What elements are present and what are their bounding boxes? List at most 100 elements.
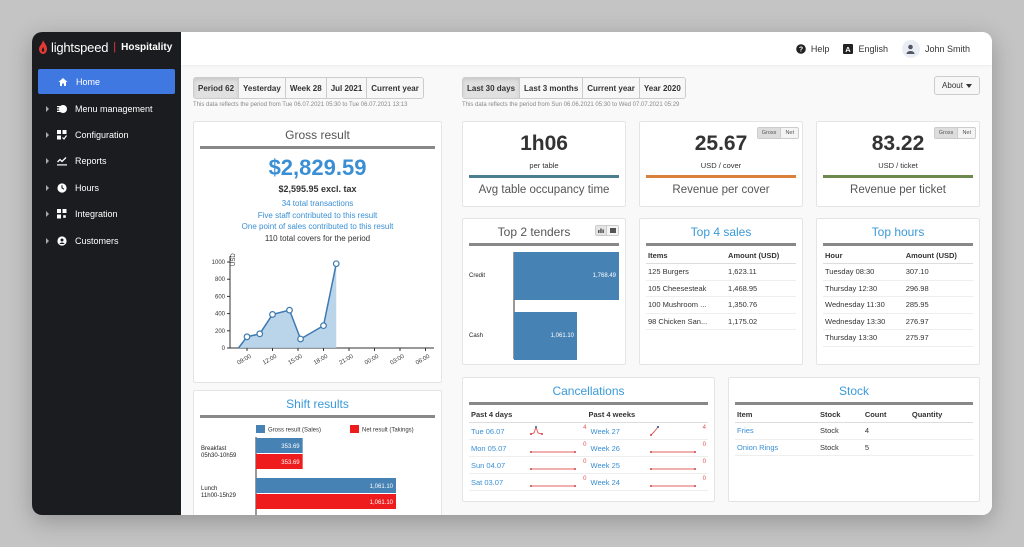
period-button[interactable]: Current year xyxy=(583,78,640,98)
kpi-unit: USD / cover xyxy=(700,161,742,170)
sparkline xyxy=(530,468,576,470)
kpi-label: Avg table occupancy time xyxy=(478,184,610,196)
sidebar-nav: Home Menu management Configuration Repor… xyxy=(32,69,181,254)
sparkline-start-dot xyxy=(530,468,532,470)
bar-label: 1,768.49 xyxy=(593,273,617,279)
pos-link[interactable]: One point of sales contributed to this r… xyxy=(194,221,441,233)
period-button[interactable]: Year 2020 xyxy=(639,78,685,98)
sidebar-item-home[interactable]: Home xyxy=(38,69,175,94)
data-point xyxy=(286,306,293,314)
amount-cell: 1,350.76 xyxy=(726,296,796,314)
category-label: Cash xyxy=(469,333,483,339)
data-point xyxy=(269,311,276,318)
kpi-card-revenue-ticket: Gross Net 83.22 USD / ticket Revenue per… xyxy=(816,121,980,207)
table-row: 100 Mushroom ... 1,350.76 xyxy=(646,296,796,314)
gross-toggle-button[interactable]: Gross xyxy=(934,128,959,138)
expand-caret-icon xyxy=(46,131,49,138)
logo[interactable]: lightspeed | Hospitality xyxy=(32,32,181,62)
table-icon xyxy=(609,228,616,233)
sparkline xyxy=(649,451,696,453)
transactions-link[interactable]: 34 total transactions xyxy=(194,198,441,210)
y-tick-label: 600 xyxy=(215,294,226,300)
cancellation-period-link[interactable]: Week 27 xyxy=(591,427,643,436)
amount-cell: 276.97 xyxy=(903,313,973,330)
y-tick-label: 1000 xyxy=(212,260,226,266)
cancellation-period-link[interactable]: Week 24 xyxy=(591,478,643,487)
quantity-cell xyxy=(909,439,973,456)
reports-icon xyxy=(57,156,67,166)
shift-bar-chart: Gross result (Sales) Net result (Takings)… xyxy=(201,425,414,515)
period-button[interactable]: Period 62 xyxy=(194,78,240,98)
kpi-label: Revenue per cover xyxy=(672,184,770,196)
staff-link[interactable]: Five staff contributed to this result xyxy=(194,210,441,222)
category-label: Lunch xyxy=(201,486,217,492)
covers-text: 110 total covers for the period xyxy=(264,233,371,243)
cancellation-count: 0 xyxy=(702,476,706,482)
svg-text:?: ? xyxy=(799,46,803,53)
cancellation-count: 0 xyxy=(583,442,587,448)
period-button[interactable]: Current year xyxy=(367,78,423,98)
language-selector[interactable]: A English xyxy=(843,43,888,54)
cancellation-cell: Sat 03.07 0 xyxy=(469,476,589,488)
cancellation-period-link[interactable]: Week 26 xyxy=(591,444,643,453)
x-tick-label: 15:00 xyxy=(287,353,304,366)
sidebar-item-hours[interactable]: Hours xyxy=(32,175,181,201)
data-point xyxy=(332,260,340,268)
period-note-left: This data reflects the period from Tue 0… xyxy=(193,102,408,108)
net-toggle-button[interactable]: Net xyxy=(781,128,798,138)
bar-chart-view-button[interactable] xyxy=(596,226,607,235)
column-header: Count xyxy=(862,405,910,423)
main-content: ? Help A English John Smith Period 62 Ye… xyxy=(181,32,992,515)
sidebar-item-customers[interactable]: Customers xyxy=(32,227,181,253)
table-view-button[interactable] xyxy=(607,226,618,235)
cancellation-period-link[interactable]: Mon 05.07 xyxy=(471,444,523,453)
cancellation-count: 4 xyxy=(583,425,587,431)
gross-toggle-button[interactable]: Gross xyxy=(757,128,782,138)
sidebar-item-label: Hours xyxy=(75,182,100,193)
sidebar-item-reports[interactable]: Reports xyxy=(32,148,181,174)
period-button[interactable]: Jul 2021 xyxy=(326,78,368,98)
user-menu[interactable]: John Smith xyxy=(901,39,970,58)
period-button[interactable]: Yesterday xyxy=(239,78,286,98)
cancellation-period-link[interactable]: Sun 04.07 xyxy=(471,461,523,470)
card-title: Shift results xyxy=(286,397,349,411)
sparkline-end-dot xyxy=(693,485,696,487)
net-toggle-button[interactable]: Net xyxy=(958,128,975,138)
sparkline-start-dot xyxy=(649,485,652,487)
user-icon xyxy=(906,44,915,54)
cancellation-period-link[interactable]: Week 25 xyxy=(591,461,643,470)
x-tick-label: 09:00 xyxy=(236,353,253,366)
cancellation-period-link[interactable]: Sat 03.07 xyxy=(471,478,523,487)
expand-caret-icon xyxy=(46,158,49,165)
help-label: Help xyxy=(810,43,830,54)
cancellation-period-link[interactable]: Tue 06.07 xyxy=(471,427,523,436)
column-header: Stock xyxy=(818,405,863,423)
language-label: English xyxy=(858,43,888,54)
hour-cell: Thursday 12:30 xyxy=(823,280,904,297)
item-cell: 105 Cheesesteak xyxy=(646,280,727,297)
period-button[interactable]: Last 3 months xyxy=(520,78,584,98)
hour-cell: Wednesday 13:30 xyxy=(823,313,904,330)
top-hours-card: Top hours Hour Amount (USD) Tuesday 08:3… xyxy=(816,218,980,365)
sparkline-peak-dot xyxy=(535,426,537,428)
chevron-down-icon xyxy=(965,83,972,88)
sidebar-item-menu-management[interactable]: Menu management xyxy=(32,95,181,121)
sidebar-item-label: Menu management xyxy=(75,103,153,114)
stock-item-link[interactable]: Onion Rings xyxy=(735,439,819,456)
sparkline-start-dot xyxy=(530,485,532,487)
column-header: Items xyxy=(646,246,727,264)
sidebar-item-configuration[interactable]: Configuration xyxy=(32,122,181,148)
sparkline-start-dot xyxy=(530,451,532,453)
period-button[interactable]: Week 28 xyxy=(285,78,327,98)
sparkline xyxy=(649,468,696,470)
sparkline-start-dot xyxy=(530,433,532,435)
cancellation-cell: Week 26 0 xyxy=(589,442,709,454)
sidebar-item-integration[interactable]: Integration xyxy=(32,201,181,227)
about-button[interactable]: About xyxy=(934,76,980,95)
cancellation-cell: Mon 05.07 0 xyxy=(469,442,589,454)
help-link[interactable]: ? Help xyxy=(796,43,830,54)
kpi-color-bar xyxy=(469,175,619,178)
period-button[interactable]: Last 30 days xyxy=(463,78,521,98)
hour-cell: Tuesday 08:30 xyxy=(823,263,904,281)
stock-item-link[interactable]: Fries xyxy=(735,422,819,440)
